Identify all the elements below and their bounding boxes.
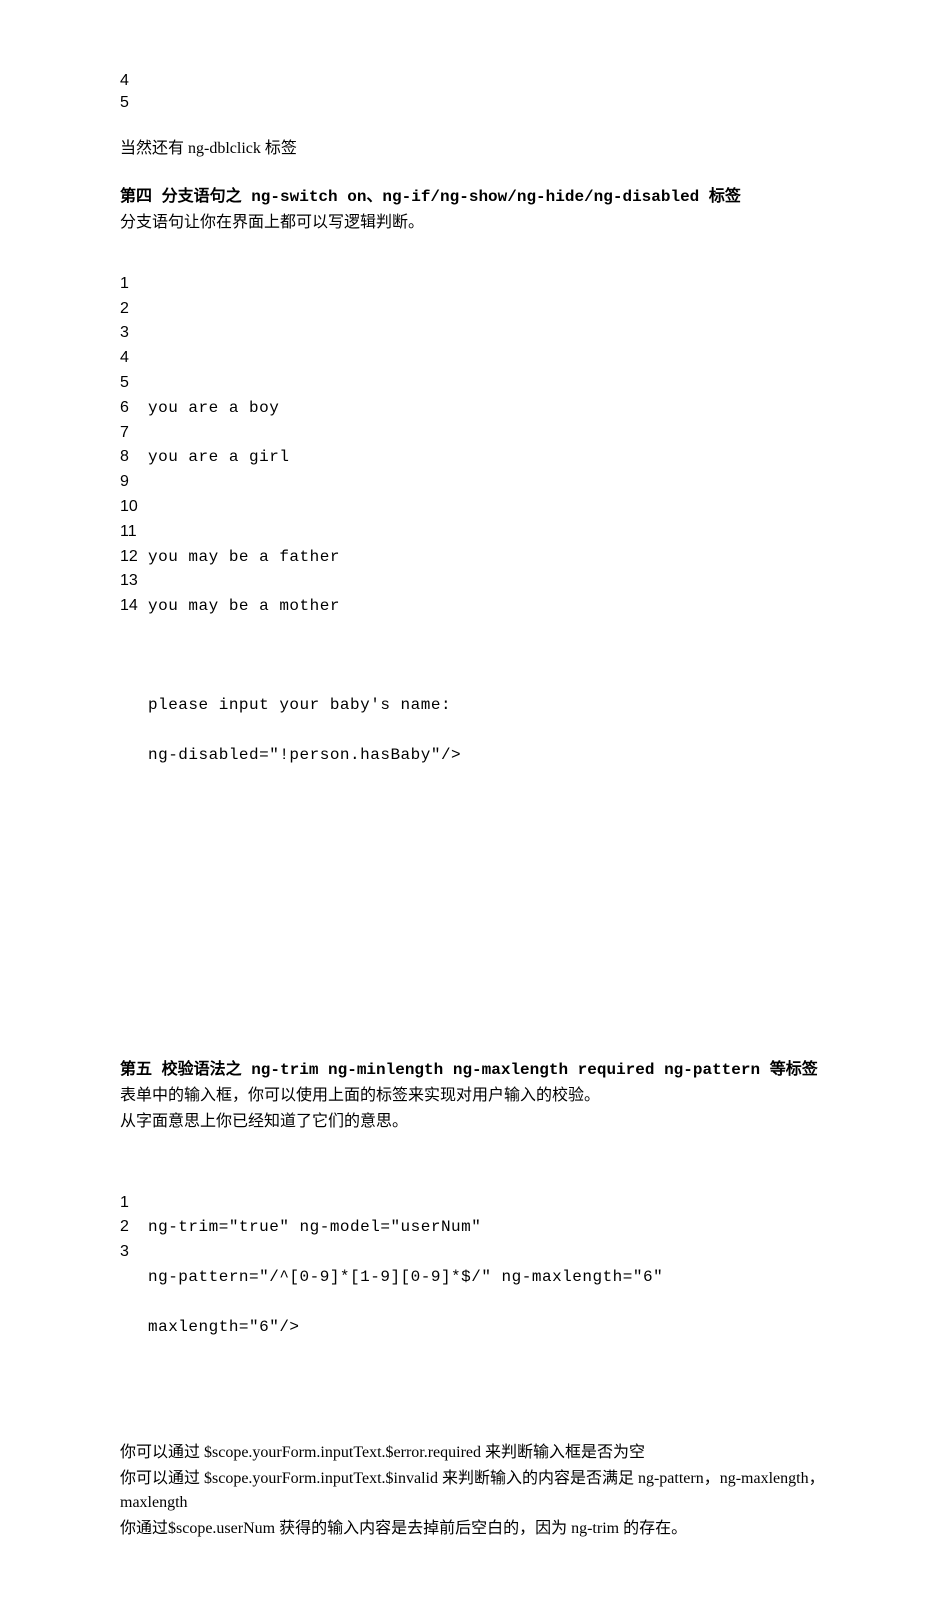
leading-line-numbers: 4 5 — [120, 70, 825, 115]
section-4-subtitle: 分支语句让你在界面上都可以写逻辑判断。 — [120, 211, 825, 235]
intro-paragraph: 当然还有 ng-dblclick 标签 — [120, 137, 825, 161]
section-4-line-numbers: 1 2 3 4 5 6 7 8 9 10 11 12 13 14 — [120, 272, 148, 1016]
section-4-code-block: 1 2 3 4 5 6 7 8 9 10 11 12 13 14 you are… — [120, 272, 825, 1016]
section-4-code: you are a boy you are a girl you may be … — [148, 272, 461, 1016]
section-4-title: 第四 分支语句之 ng-switch on、ng-if/ng-show/ng-h… — [120, 185, 825, 209]
line-number-4: 4 — [120, 70, 825, 92]
section-5-code: ng-trim="true" ng-model="userNum" ng-pat… — [148, 1191, 663, 1389]
section-5-code-block: 1 2 3 ng-trim="true" ng-model="userNum" … — [120, 1191, 825, 1389]
section-5-subtitle-2: 从字面意思上你已经知道了它们的意思。 — [120, 1110, 825, 1134]
section-5-footer-2: 你可以通过 $scope.yourForm.inputText.$invalid… — [120, 1467, 825, 1515]
line-number-5: 5 — [120, 92, 825, 114]
document-page: 4 5 当然还有 ng-dblclick 标签 第四 分支语句之 ng-swit… — [0, 0, 945, 1603]
section-5-subtitle-1: 表单中的输入框，你可以使用上面的标签来实现对用户输入的校验。 — [120, 1084, 825, 1108]
section-5-line-numbers: 1 2 3 — [120, 1191, 148, 1389]
section-5-footer-1: 你可以通过 $scope.yourForm.inputText.$error.r… — [120, 1441, 825, 1465]
section-5-title: 第五 校验语法之 ng-trim ng-minlength ng-maxleng… — [120, 1058, 825, 1082]
section-5-footer-3: 你通过$scope.userNum 获得的输入内容是去掉前后空白的，因为 ng-… — [120, 1517, 825, 1541]
